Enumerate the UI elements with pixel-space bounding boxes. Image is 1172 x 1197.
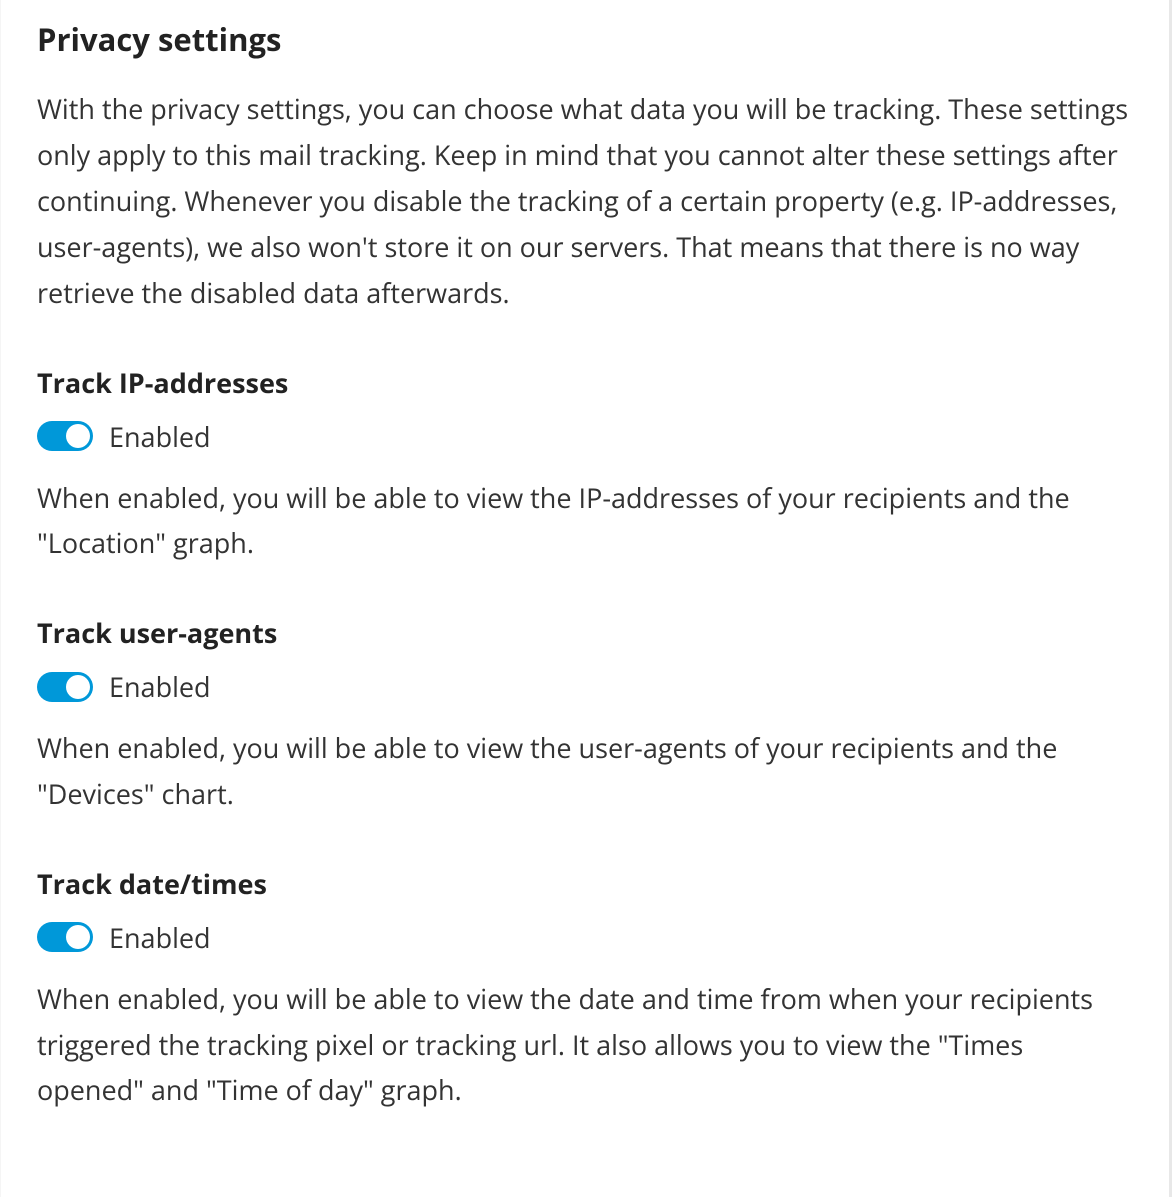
setting-track-datetimes: Track date/times Enabled When enabled, y… — [37, 865, 1133, 1113]
toggle-knob — [66, 675, 90, 699]
setting-description-user-agents: When enabled, you will be able to view t… — [37, 725, 1133, 817]
setting-title-datetimes: Track date/times — [37, 865, 1133, 903]
setting-title-ip: Track IP-addresses — [37, 364, 1133, 402]
toggle-label-datetimes: Enabled — [109, 919, 211, 956]
section-description: With the privacy settings, you can choos… — [37, 86, 1133, 315]
setting-description-datetimes: When enabled, you will be able to view t… — [37, 976, 1133, 1114]
toggle-knob — [66, 424, 90, 448]
toggle-label-ip: Enabled — [109, 418, 211, 455]
toggle-datetimes[interactable] — [37, 922, 93, 952]
setting-description-ip: When enabled, you will be able to view t… — [37, 475, 1133, 567]
setting-track-ip: Track IP-addresses Enabled When enabled,… — [37, 364, 1133, 567]
toggle-label-user-agents: Enabled — [109, 668, 211, 705]
privacy-settings-panel: Privacy settings With the privacy settin… — [0, 0, 1172, 1197]
toggle-row-ip: Enabled — [37, 418, 1133, 455]
toggle-knob — [66, 925, 90, 949]
toggle-row-datetimes: Enabled — [37, 919, 1133, 956]
section-title: Privacy settings — [37, 20, 1133, 60]
setting-track-user-agents: Track user-agents Enabled When enabled, … — [37, 614, 1133, 817]
setting-title-user-agents: Track user-agents — [37, 614, 1133, 652]
toggle-user-agents[interactable] — [37, 672, 93, 702]
toggle-row-user-agents: Enabled — [37, 668, 1133, 705]
toggle-ip[interactable] — [37, 421, 93, 451]
